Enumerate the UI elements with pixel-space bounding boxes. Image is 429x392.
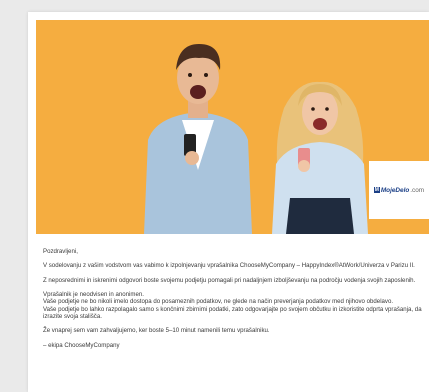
greeting: Pozdravljeni, — [43, 248, 78, 255]
intro-paragraph: V sodelovanju z vašim vodstvom vas vabim… — [43, 262, 415, 270]
logo-mark-icon: M — [373, 187, 380, 193]
help-paragraph: Z neposrednimi in iskrenimi odgovori bos… — [43, 276, 416, 284]
thanks-paragraph: Že vnaprej sem vam zahvaljujemo, ker bos… — [43, 327, 270, 335]
mojedelo-logo: M MojeDelo .com — [373, 186, 425, 194]
mojedelo-logo-box: M MojeDelo .com — [369, 161, 429, 219]
woman-figure — [272, 81, 368, 234]
hero-image: M MojeDelo .com — [36, 20, 429, 234]
anonymity-line-1: Vprašalnik je neodvisen in anonimen. — [43, 291, 144, 299]
anonymity-line-2: Vaše podjetje ne bo nikoli imelo dostopa… — [43, 298, 394, 306]
signature: – ekipa ChooseMyCompany — [43, 341, 120, 349]
logo-name: MojeDelo — [380, 186, 410, 194]
email-body: Pozdravljeni, V sodelovanju z vašim vods… — [43, 248, 423, 349]
logo-tld: .com — [410, 186, 425, 194]
email-card: M MojeDelo .com Pozdravljeni, V sodelovan… — [28, 12, 429, 392]
anonymity-line-3: Vaše podjetje bo lahko razpolagalo samo … — [43, 305, 422, 320]
